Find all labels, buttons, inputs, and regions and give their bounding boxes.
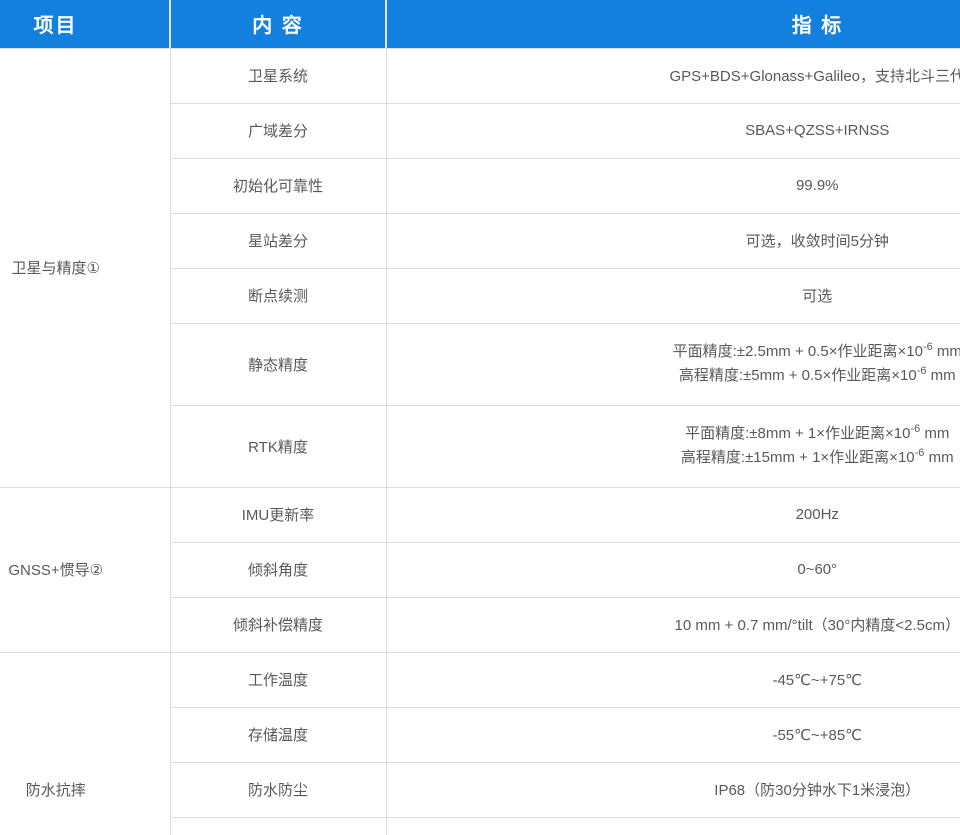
group-label-cell: 防水抗摔 [0,652,170,835]
header-cell-content: 内 容 [170,0,386,48]
value-line: 平面精度:±8mm + 1×作业距离×10-6 mm [387,422,960,446]
superscript-exponent: -6 [915,447,925,459]
value-text: 平面精度:±2.5mm + 0.5×作业距离×10 [673,343,923,360]
value-cell: -55℃~+85℃ [386,707,960,762]
value-line: 高程精度:±15mm + 1×作业距离×10-6 mm [387,446,960,470]
header-cell-item: 项目 [0,0,170,48]
content-cell: 工作温度 [170,652,386,707]
value-cell: 200Hz [386,487,960,542]
value-cell: 99.9% [386,158,960,213]
content-cell: 广域差分 [170,103,386,158]
spec-table-viewport: 项目 内 容 指 标 卫星与精度①卫星系统GPS+BDS+Glonass+Gal… [0,0,960,835]
spec-table: 项目 内 容 指 标 卫星与精度①卫星系统GPS+BDS+Glonass+Gal… [0,0,960,835]
value-line: 平面精度:±2.5mm + 0.5×作业距离×10-6 mm [387,340,960,364]
value-cell [386,817,960,835]
spec-table-body: 卫星与精度①卫星系统GPS+BDS+Glonass+Galileo，支持北斗三代… [0,48,960,835]
value-cell: 可选，收敛时间5分钟 [386,213,960,268]
value-line: 高程精度:±5mm + 0.5×作业距离×10-6 mm [387,364,960,388]
value-text: mm [920,425,949,442]
content-cell: 倾斜补偿精度 [170,597,386,652]
value-text: 高程精度:±5mm + 0.5×作业距离×10 [679,367,917,384]
value-cell: 平面精度:±2.5mm + 0.5×作业距离×10-6 mm高程精度:±5mm … [386,323,960,405]
content-cell: 防水防尘 [170,762,386,817]
content-cell [170,817,386,835]
content-cell: 断点续测 [170,268,386,323]
content-cell: 存储温度 [170,707,386,762]
value-cell: IP68（防30分钟水下1米浸泡） [386,762,960,817]
content-cell: 初始化可靠性 [170,158,386,213]
value-cell: -45℃~+75℃ [386,652,960,707]
table-row: GNSS+惯导②IMU更新率200Hz [0,487,960,542]
content-cell: 卫星系统 [170,48,386,103]
value-text: 平面精度:±8mm + 1×作业距离×10 [685,425,910,442]
table-row: 防水抗摔工作温度-45℃~+75℃ [0,652,960,707]
content-cell: 倾斜角度 [170,542,386,597]
content-cell: RTK精度 [170,405,386,487]
value-cell: 0~60° [386,542,960,597]
content-cell: 星站差分 [170,213,386,268]
content-cell: 静态精度 [170,323,386,405]
value-text: mm [924,449,953,466]
table-row: 卫星与精度①卫星系统GPS+BDS+Glonass+Galileo，支持北斗三代 [0,48,960,103]
value-cell: 平面精度:±8mm + 1×作业距离×10-6 mm高程精度:±15mm + 1… [386,405,960,487]
superscript-exponent: -6 [917,365,927,377]
group-label-cell: GNSS+惯导② [0,487,170,652]
value-cell: 可选 [386,268,960,323]
content-cell: IMU更新率 [170,487,386,542]
value-text: mm [927,367,956,384]
value-text: 高程精度:±15mm + 1×作业距离×10 [681,449,915,466]
superscript-exponent: -6 [910,423,920,435]
group-label-cell: 卫星与精度① [0,48,170,487]
superscript-exponent: -6 [923,341,933,353]
value-cell: 10 mm + 0.7 mm/°tilt（30°内精度<2.5cm） [386,597,960,652]
value-cell: SBAS+QZSS+IRNSS [386,103,960,158]
value-cell: GPS+BDS+Glonass+Galileo，支持北斗三代 [386,48,960,103]
value-text: mm [933,343,960,360]
header-row: 项目 内 容 指 标 [0,0,960,48]
spec-table-header: 项目 内 容 指 标 [0,0,960,48]
header-cell-index: 指 标 [386,0,960,48]
